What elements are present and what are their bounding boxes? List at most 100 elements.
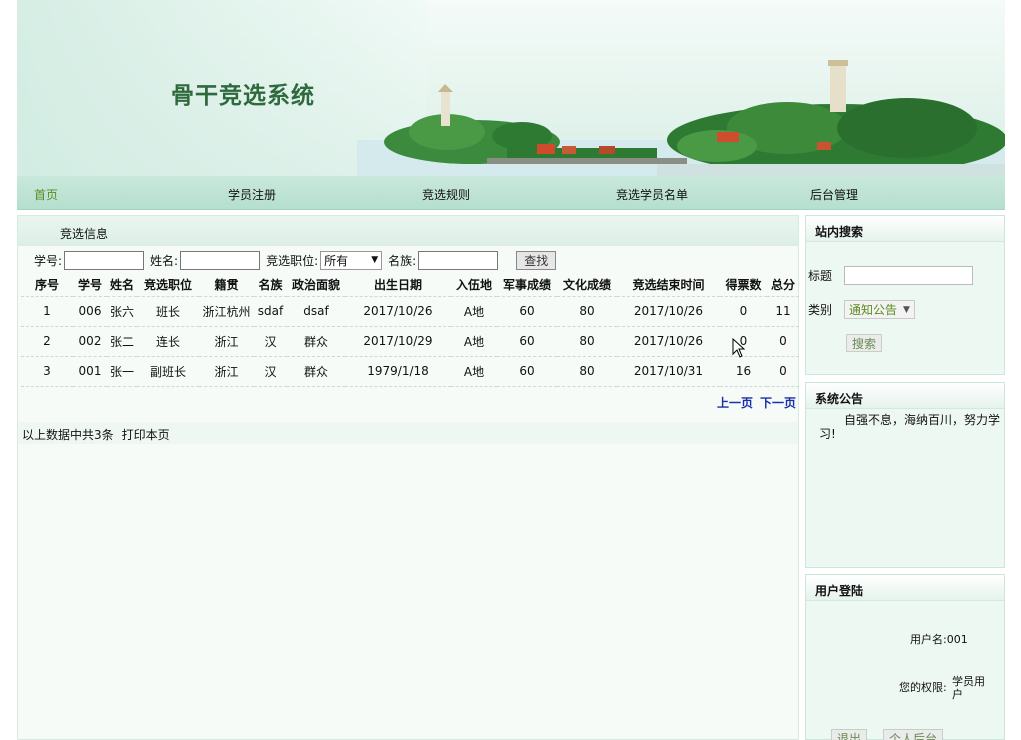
table-cell: A地 [451, 325, 497, 356]
prev-page-link[interactable]: 上一页 [717, 394, 753, 411]
table-cell: 002 [73, 325, 107, 356]
table-cell: 0 [767, 325, 799, 356]
table-cell: 80 [557, 355, 617, 387]
search-button[interactable]: 查找 [516, 250, 557, 270]
candidate-table: 序号 学号 姓名 竞选职位 籍贯 名族 政治面貌 出生日期 入伍地 军事成绩 文… [21, 273, 799, 387]
nav-item-home[interactable]: 首页 [34, 186, 58, 203]
name-input[interactable] [180, 250, 261, 270]
column-header: 名族 [258, 277, 283, 292]
table-cell: 60 [497, 295, 557, 326]
table-header-row: 序号 学号 姓名 竞选职位 籍贯 名族 政治面貌 出生日期 入伍地 军事成绩 文… [21, 273, 799, 296]
personal-center-button[interactable]: 个人后台 [883, 729, 944, 740]
student-no-label: 学号: [34, 253, 63, 268]
table-cell: 60 [497, 355, 557, 387]
column-header: 总分 [770, 277, 795, 292]
logout-button[interactable]: 退出 [831, 729, 868, 740]
table-cell: A地 [451, 355, 497, 387]
ethnicity-input[interactable] [418, 250, 499, 270]
table-cell: 群众 [287, 325, 345, 356]
user-login-title: 用户登陆 [806, 575, 1004, 601]
table-cell: 11 [767, 295, 799, 326]
table-row: 2 002 张二 连长 浙江 汉 群众 2017/10/29 A地 60 80 … [21, 325, 799, 356]
column-header: 学号 [77, 277, 102, 292]
print-page-link[interactable]: 打印本页 [122, 426, 170, 442]
table-cell: sdaf [254, 295, 287, 326]
table-cell: 0 [767, 355, 799, 387]
column-header: 出生日期 [373, 277, 422, 292]
header-banner: 骨干竞选系统 [17, 0, 1005, 176]
table-cell: 浙江 [199, 325, 254, 356]
table-cell: A地 [451, 295, 497, 326]
table-cell: 006 [73, 295, 107, 326]
role-value-line: 户 [952, 688, 963, 701]
table-cell: 张一 [107, 355, 137, 387]
column-header: 竞选结束时间 [632, 277, 705, 292]
column-header: 姓名 [109, 277, 134, 292]
panel-header: 竞选信息 [18, 216, 798, 246]
table-cell: 2017/10/26 [617, 295, 720, 326]
table-cell: 16 [720, 355, 767, 387]
table-cell: 浙江 [199, 355, 254, 387]
table-cell: 浙江杭州 [199, 295, 254, 326]
table-cell: 2017/10/26 [345, 295, 451, 326]
column-header: 竞选职位 [143, 277, 192, 292]
table-cell: 班长 [137, 295, 199, 326]
user-login-panel: 用户登陆 用户名:001 您的权限: 学员用 户 退出 个人后台 [805, 574, 1005, 740]
column-header: 序号 [34, 277, 59, 292]
table-cell: 张六 [107, 295, 137, 326]
dropdown-arrow-icon: ▼ [903, 304, 910, 315]
table-row: 3 001 张一 副班长 浙江 汉 群众 1979/1/18 A地 60 80 … [21, 355, 799, 387]
table-cell: 60 [497, 325, 557, 356]
table-cell: 1 [21, 295, 73, 326]
search-title-label: 标题 [808, 269, 833, 283]
table-cell: 2017/10/29 [345, 325, 451, 356]
site-search-title: 站内搜索 [806, 216, 1004, 242]
table-row: 1 006 张六 班长 浙江杭州 sdaf dsaf 2017/10/26 A地… [21, 295, 799, 326]
category-select-value: 通知公告 [849, 303, 898, 317]
username-value: 001 [946, 633, 968, 646]
position-label: 竞选职位: [266, 253, 319, 268]
nav-item-candidate-list[interactable]: 竞选学员名单 [616, 186, 688, 203]
site-search-button[interactable]: 搜索 [846, 334, 883, 352]
table-cell: 汉 [254, 355, 287, 387]
table-cell: 副班长 [137, 355, 199, 387]
category-select[interactable]: 通知公告 ▼ [844, 300, 915, 319]
search-category-row: 类别 通知公告 ▼ [808, 300, 915, 319]
table-cell: 1979/1/18 [345, 355, 451, 387]
position-select[interactable]: 所有 ▼ [320, 250, 383, 270]
username-label: 用户名: [910, 633, 947, 646]
pagination: 上一页 下一页 [717, 394, 796, 411]
table-cell: 2 [21, 325, 73, 356]
table-cell: 80 [557, 295, 617, 326]
notice-text: 自强不息，海纳百川，努力学习! [819, 413, 1001, 441]
next-page-link[interactable]: 下一页 [760, 394, 796, 411]
result-summary: 以上数据中共3条 打印本页 [18, 422, 798, 444]
nav-item-admin[interactable]: 后台管理 [810, 186, 858, 203]
table-cell: 汉 [254, 325, 287, 356]
search-category-label: 类别 [808, 303, 833, 317]
table-cell: 群众 [287, 355, 345, 387]
record-count-text: 以上数据中共3条 [22, 428, 114, 442]
site-search-panel: 站内搜索 标题 类别 通知公告 ▼ 搜索 [805, 215, 1005, 375]
main-nav: 首页 学员注册 竞选规则 竞选学员名单 后台管理 [17, 176, 1005, 210]
mouse-cursor-icon [732, 338, 746, 358]
dropdown-arrow-icon: ▼ [371, 255, 379, 265]
column-header: 文化成绩 [562, 277, 611, 292]
nav-item-student-register[interactable]: 学员注册 [228, 186, 276, 203]
table-cell: 001 [73, 355, 107, 387]
name-label: 姓名: [150, 253, 179, 268]
search-title-row: 标题 [808, 266, 974, 285]
column-header: 入伍地 [455, 277, 492, 292]
search-title-input[interactable] [844, 266, 974, 285]
table-cell: 3 [21, 355, 73, 387]
table-cell: 张二 [107, 325, 137, 356]
table-cell: 连长 [137, 325, 199, 356]
nav-item-election-rules[interactable]: 竞选规则 [422, 186, 470, 203]
column-header: 籍贯 [214, 277, 239, 292]
ethnicity-label: 名族: [388, 253, 417, 268]
role-value: 学员用 户 [952, 675, 985, 701]
table-cell: 2017/10/26 [617, 325, 720, 356]
search-filter-bar: 学号: 姓名: 竞选职位: 所有 ▼ 名族: 查找 [34, 249, 557, 271]
election-info-panel: 竞选信息 学号: 姓名: 竞选职位: 所有 ▼ 名族: 查找 序号 学号 姓名 … [17, 215, 799, 740]
student-no-input[interactable] [64, 250, 145, 270]
